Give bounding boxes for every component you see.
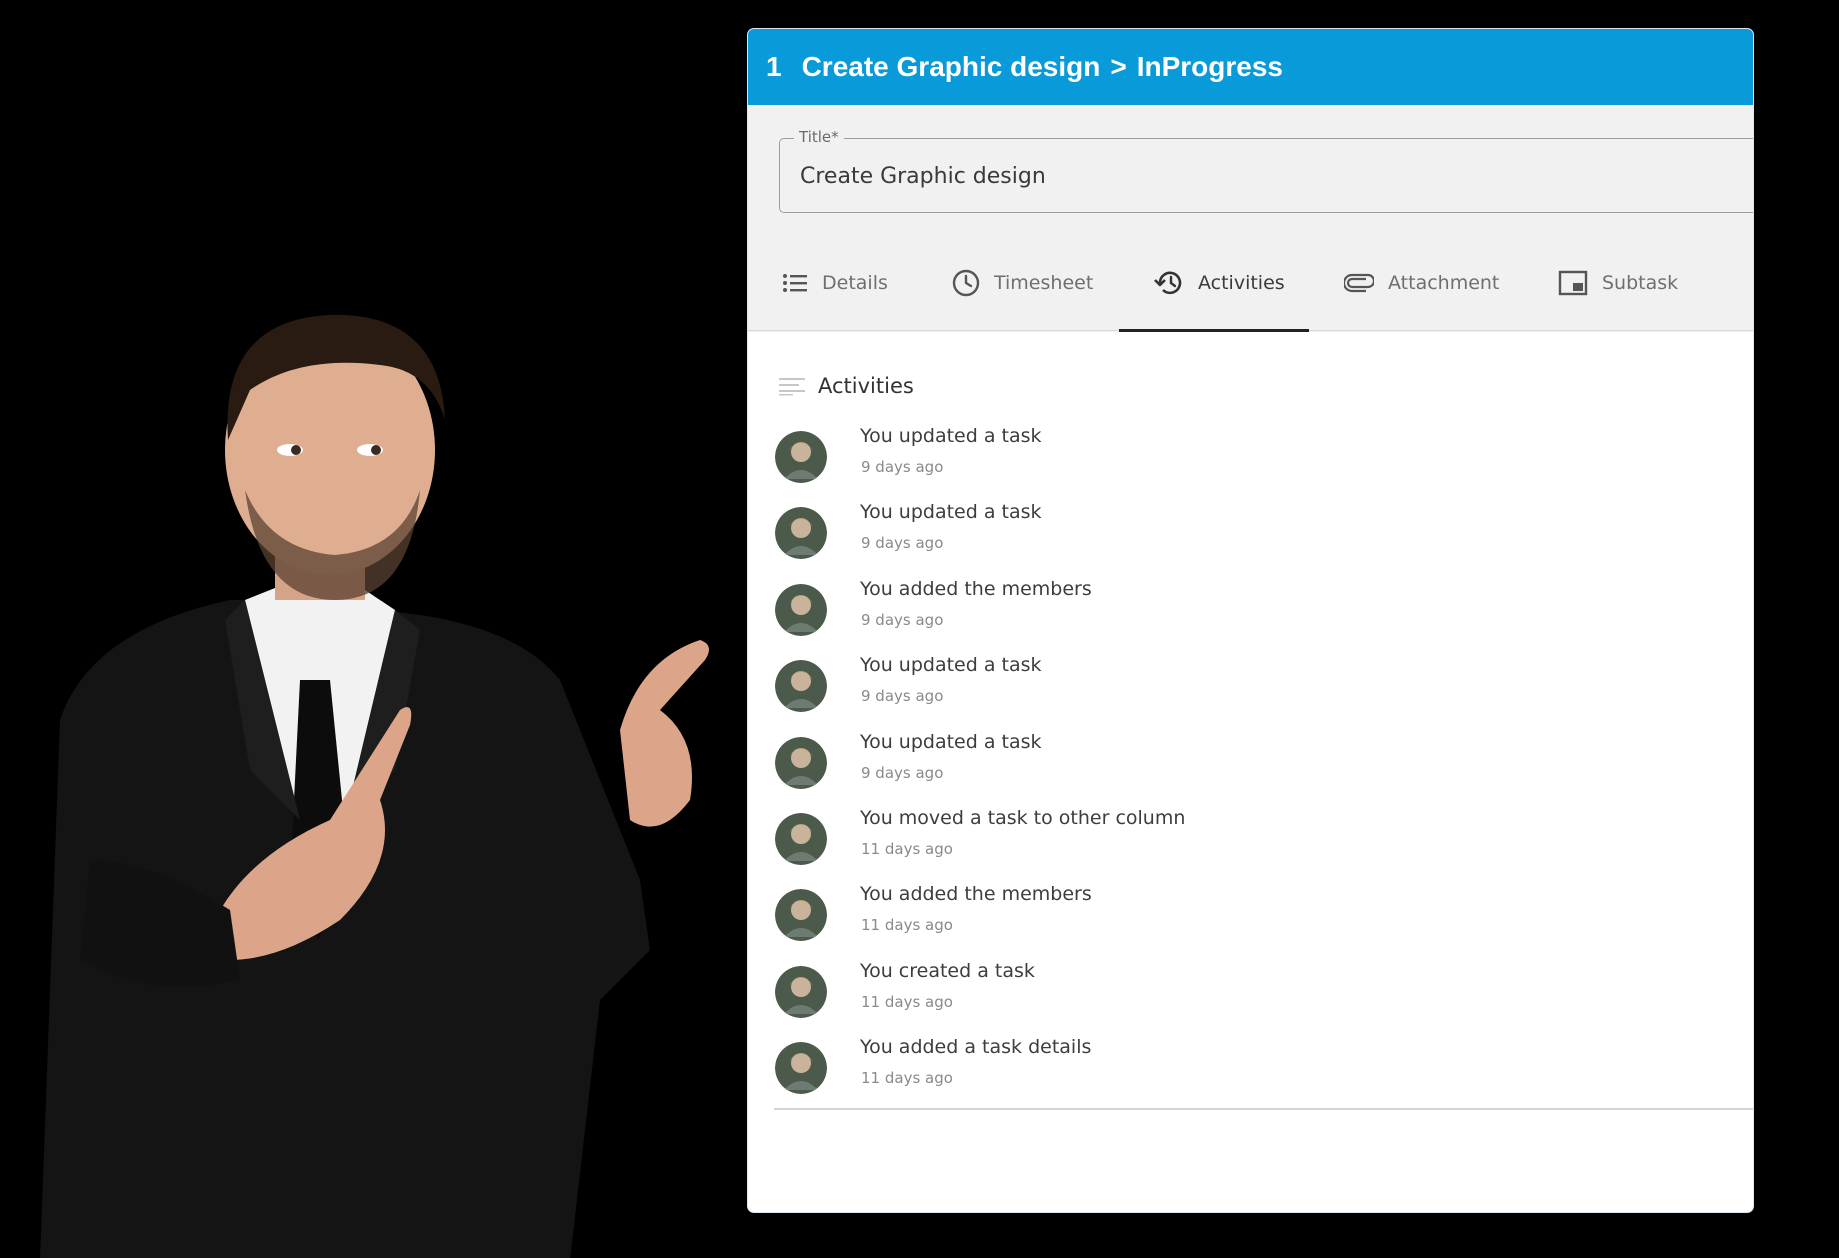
activity-actor: You <box>860 1036 893 1058</box>
task-dialog: 1 Create Graphic design > InProgress Tit… <box>748 29 1753 1212</box>
activity-action: moved a task to other column <box>898 807 1186 829</box>
list-lines-icon <box>779 378 805 396</box>
activity-action: updated a task <box>898 654 1042 676</box>
activity-time: 11 days ago <box>861 840 953 858</box>
activity-action: added a task details <box>898 1036 1092 1058</box>
presenter-illustration <box>0 300 740 1258</box>
clock-icon <box>952 269 980 297</box>
task-title-breadcrumb[interactable]: Create Graphic design <box>802 51 1101 83</box>
activity-item: You moved a task to other column 11 days… <box>775 807 1675 867</box>
task-status[interactable]: InProgress <box>1137 51 1283 83</box>
activity-actor: You <box>860 578 893 600</box>
activity-actor: You <box>860 425 893 447</box>
avatar <box>775 737 827 789</box>
activity-time: 11 days ago <box>861 916 953 934</box>
activity-item: You updated a task 9 days ago <box>775 731 1675 791</box>
title-field-value[interactable]: Create Graphic design <box>800 164 1046 189</box>
avatar <box>775 966 827 1018</box>
activities-heading: Activities <box>778 374 914 398</box>
activity-item: You updated a task 9 days ago <box>775 425 1675 485</box>
tab-label: Timesheet <box>994 272 1094 294</box>
avatar <box>775 660 827 712</box>
activity-text: You updated a task <box>860 731 1042 753</box>
title-field[interactable]: Title* Create Graphic design <box>779 128 1753 213</box>
activity-action: added the members <box>898 883 1092 905</box>
activity-text: You added a task details <box>860 1036 1091 1058</box>
activity-time: 9 days ago <box>861 611 944 629</box>
activities-heading-text: Activities <box>818 374 914 398</box>
avatar <box>775 813 827 865</box>
tab-details[interactable]: Details <box>782 235 888 331</box>
activity-action: created a task <box>898 960 1035 982</box>
activity-time: 11 days ago <box>861 1069 953 1087</box>
breadcrumb-separator: > <box>1110 51 1127 82</box>
activity-item: You updated a task 9 days ago <box>775 501 1675 561</box>
tab-subtask[interactable]: Subtask <box>1558 235 1678 331</box>
activity-text: You updated a task <box>860 501 1042 523</box>
tab-label: Attachment <box>1388 272 1500 294</box>
activity-item: You created a task 11 days ago <box>775 960 1675 1020</box>
activity-time: 9 days ago <box>861 764 944 782</box>
active-tab-indicator <box>1119 329 1309 332</box>
activity-text: You added the members <box>860 883 1092 905</box>
activity-actor: You <box>860 960 893 982</box>
paperclip-icon <box>1344 273 1374 293</box>
subtask-icon <box>1558 270 1588 296</box>
task-id: 1 <box>766 51 782 82</box>
tab-label: Details <box>822 272 888 294</box>
list-divider <box>774 1108 1753 1110</box>
tab-label: Activities <box>1198 272 1285 294</box>
activity-item: You added the members 11 days ago <box>775 883 1675 943</box>
activity-actor: You <box>860 654 893 676</box>
title-field-label: Title* <box>794 128 844 146</box>
activity-actor: You <box>860 501 893 523</box>
avatar <box>775 507 827 559</box>
activity-actor: You <box>860 731 893 753</box>
activity-actor: You <box>860 807 893 829</box>
activity-time: 9 days ago <box>861 458 944 476</box>
activity-action: added the members <box>898 578 1092 600</box>
activity-time: 9 days ago <box>861 534 944 552</box>
activity-item: You added a task details 11 days ago <box>775 1036 1675 1096</box>
activity-item: You added the members 9 days ago <box>775 578 1675 638</box>
avatar <box>775 889 827 941</box>
activity-action: updated a task <box>898 501 1042 523</box>
tab-label: Subtask <box>1602 272 1679 294</box>
activity-time: 9 days ago <box>861 687 944 705</box>
history-icon <box>1154 271 1182 295</box>
tab-attachment[interactable]: Attachment <box>1344 235 1499 331</box>
activity-text: You updated a task <box>860 654 1042 676</box>
activity-actor: You <box>860 883 893 905</box>
activity-text: You updated a task <box>860 425 1042 447</box>
activity-text: You added the members <box>860 578 1092 600</box>
dialog-header: 1 Create Graphic design > InProgress <box>748 29 1753 105</box>
list-icon <box>783 274 807 292</box>
tab-timesheet[interactable]: Timesheet <box>952 235 1093 331</box>
avatar <box>775 431 827 483</box>
activity-text: You created a task <box>860 960 1035 982</box>
tab-activities[interactable]: Activities <box>1154 235 1285 331</box>
activity-time: 11 days ago <box>861 993 953 1011</box>
avatar <box>775 1042 827 1094</box>
tab-bar: Details Timesheet Activities Attachment … <box>748 235 1753 332</box>
title-area: Title* Create Graphic design Details Tim… <box>748 105 1753 332</box>
activity-item: You updated a task 9 days ago <box>775 654 1675 714</box>
activity-action: updated a task <box>898 731 1042 753</box>
activity-action: updated a task <box>898 425 1042 447</box>
avatar <box>775 584 827 636</box>
activity-text: You moved a task to other column <box>860 807 1185 829</box>
